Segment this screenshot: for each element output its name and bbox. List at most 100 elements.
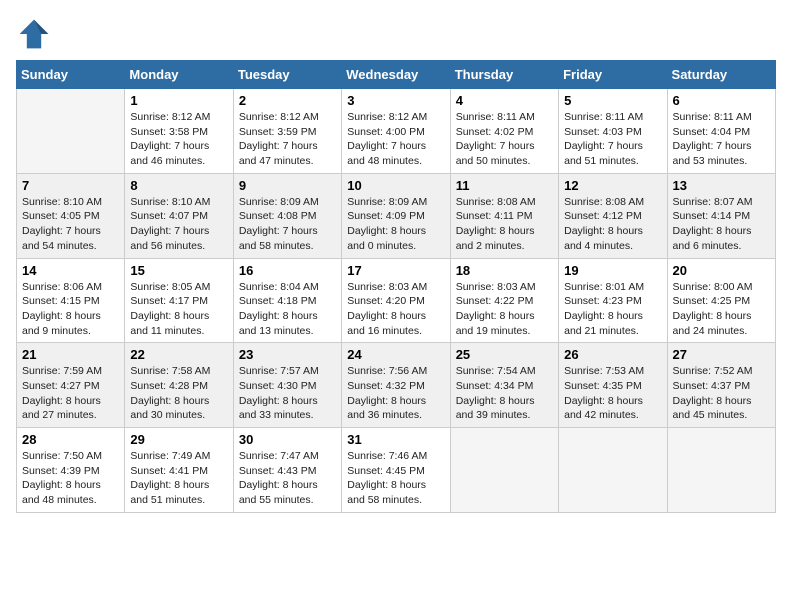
cell-details: Sunrise: 8:10 AMSunset: 4:07 PMDaylight:… <box>130 195 227 254</box>
calendar-cell: 11 Sunrise: 8:08 AMSunset: 4:11 PMDaylig… <box>450 173 558 258</box>
cell-details: Sunrise: 8:03 AMSunset: 4:20 PMDaylight:… <box>347 280 444 339</box>
cell-details: Sunrise: 7:53 AMSunset: 4:35 PMDaylight:… <box>564 364 661 423</box>
calendar-cell: 16 Sunrise: 8:04 AMSunset: 4:18 PMDaylig… <box>233 258 341 343</box>
calendar-cell: 4 Sunrise: 8:11 AMSunset: 4:02 PMDayligh… <box>450 89 558 174</box>
calendar-cell: 26 Sunrise: 7:53 AMSunset: 4:35 PMDaylig… <box>559 343 667 428</box>
cell-details: Sunrise: 8:09 AMSunset: 4:09 PMDaylight:… <box>347 195 444 254</box>
calendar-cell: 15 Sunrise: 8:05 AMSunset: 4:17 PMDaylig… <box>125 258 233 343</box>
day-number: 10 <box>347 178 444 193</box>
calendar-cell: 17 Sunrise: 8:03 AMSunset: 4:20 PMDaylig… <box>342 258 450 343</box>
calendar-cell: 29 Sunrise: 7:49 AMSunset: 4:41 PMDaylig… <box>125 428 233 513</box>
cell-details: Sunrise: 8:10 AMSunset: 4:05 PMDaylight:… <box>22 195 119 254</box>
day-number: 30 <box>239 432 336 447</box>
calendar-cell: 18 Sunrise: 8:03 AMSunset: 4:22 PMDaylig… <box>450 258 558 343</box>
calendar-cell: 3 Sunrise: 8:12 AMSunset: 4:00 PMDayligh… <box>342 89 450 174</box>
day-number: 26 <box>564 347 661 362</box>
weekday-header-thursday: Thursday <box>450 61 558 89</box>
calendar-cell: 7 Sunrise: 8:10 AMSunset: 4:05 PMDayligh… <box>17 173 125 258</box>
cell-details: Sunrise: 7:54 AMSunset: 4:34 PMDaylight:… <box>456 364 553 423</box>
calendar-week-row: 14 Sunrise: 8:06 AMSunset: 4:15 PMDaylig… <box>17 258 776 343</box>
calendar-cell: 13 Sunrise: 8:07 AMSunset: 4:14 PMDaylig… <box>667 173 775 258</box>
cell-details: Sunrise: 8:08 AMSunset: 4:11 PMDaylight:… <box>456 195 553 254</box>
day-number: 19 <box>564 263 661 278</box>
cell-details: Sunrise: 8:11 AMSunset: 4:03 PMDaylight:… <box>564 110 661 169</box>
cell-details: Sunrise: 8:11 AMSunset: 4:02 PMDaylight:… <box>456 110 553 169</box>
logo <box>16 16 56 52</box>
cell-details: Sunrise: 8:12 AMSunset: 3:58 PMDaylight:… <box>130 110 227 169</box>
weekday-header-row: SundayMondayTuesdayWednesdayThursdayFrid… <box>17 61 776 89</box>
day-number: 7 <box>22 178 119 193</box>
day-number: 15 <box>130 263 227 278</box>
day-number: 5 <box>564 93 661 108</box>
cell-details: Sunrise: 8:09 AMSunset: 4:08 PMDaylight:… <box>239 195 336 254</box>
cell-details: Sunrise: 8:12 AMSunset: 4:00 PMDaylight:… <box>347 110 444 169</box>
weekday-header-friday: Friday <box>559 61 667 89</box>
day-number: 22 <box>130 347 227 362</box>
calendar-cell <box>450 428 558 513</box>
calendar-cell: 6 Sunrise: 8:11 AMSunset: 4:04 PMDayligh… <box>667 89 775 174</box>
calendar-cell: 21 Sunrise: 7:59 AMSunset: 4:27 PMDaylig… <box>17 343 125 428</box>
calendar-cell: 30 Sunrise: 7:47 AMSunset: 4:43 PMDaylig… <box>233 428 341 513</box>
cell-details: Sunrise: 8:08 AMSunset: 4:12 PMDaylight:… <box>564 195 661 254</box>
cell-details: Sunrise: 8:07 AMSunset: 4:14 PMDaylight:… <box>673 195 770 254</box>
calendar-cell: 22 Sunrise: 7:58 AMSunset: 4:28 PMDaylig… <box>125 343 233 428</box>
calendar-cell: 14 Sunrise: 8:06 AMSunset: 4:15 PMDaylig… <box>17 258 125 343</box>
cell-details: Sunrise: 7:57 AMSunset: 4:30 PMDaylight:… <box>239 364 336 423</box>
day-number: 25 <box>456 347 553 362</box>
cell-details: Sunrise: 8:11 AMSunset: 4:04 PMDaylight:… <box>673 110 770 169</box>
calendar-week-row: 7 Sunrise: 8:10 AMSunset: 4:05 PMDayligh… <box>17 173 776 258</box>
cell-details: Sunrise: 7:59 AMSunset: 4:27 PMDaylight:… <box>22 364 119 423</box>
day-number: 21 <box>22 347 119 362</box>
calendar-cell: 19 Sunrise: 8:01 AMSunset: 4:23 PMDaylig… <box>559 258 667 343</box>
calendar-cell: 5 Sunrise: 8:11 AMSunset: 4:03 PMDayligh… <box>559 89 667 174</box>
page-header <box>16 16 776 52</box>
day-number: 16 <box>239 263 336 278</box>
calendar-cell: 28 Sunrise: 7:50 AMSunset: 4:39 PMDaylig… <box>17 428 125 513</box>
day-number: 1 <box>130 93 227 108</box>
cell-details: Sunrise: 8:00 AMSunset: 4:25 PMDaylight:… <box>673 280 770 339</box>
cell-details: Sunrise: 7:46 AMSunset: 4:45 PMDaylight:… <box>347 449 444 508</box>
cell-details: Sunrise: 7:52 AMSunset: 4:37 PMDaylight:… <box>673 364 770 423</box>
day-number: 14 <box>22 263 119 278</box>
weekday-header-wednesday: Wednesday <box>342 61 450 89</box>
day-number: 27 <box>673 347 770 362</box>
calendar-cell: 9 Sunrise: 8:09 AMSunset: 4:08 PMDayligh… <box>233 173 341 258</box>
day-number: 12 <box>564 178 661 193</box>
calendar-week-row: 1 Sunrise: 8:12 AMSunset: 3:58 PMDayligh… <box>17 89 776 174</box>
cell-details: Sunrise: 7:47 AMSunset: 4:43 PMDaylight:… <box>239 449 336 508</box>
calendar-cell: 24 Sunrise: 7:56 AMSunset: 4:32 PMDaylig… <box>342 343 450 428</box>
cell-details: Sunrise: 7:56 AMSunset: 4:32 PMDaylight:… <box>347 364 444 423</box>
calendar-cell <box>667 428 775 513</box>
logo-icon <box>16 16 52 52</box>
day-number: 4 <box>456 93 553 108</box>
cell-details: Sunrise: 7:58 AMSunset: 4:28 PMDaylight:… <box>130 364 227 423</box>
day-number: 13 <box>673 178 770 193</box>
day-number: 28 <box>22 432 119 447</box>
calendar-week-row: 28 Sunrise: 7:50 AMSunset: 4:39 PMDaylig… <box>17 428 776 513</box>
day-number: 31 <box>347 432 444 447</box>
calendar-cell: 8 Sunrise: 8:10 AMSunset: 4:07 PMDayligh… <box>125 173 233 258</box>
cell-details: Sunrise: 7:49 AMSunset: 4:41 PMDaylight:… <box>130 449 227 508</box>
cell-details: Sunrise: 7:50 AMSunset: 4:39 PMDaylight:… <box>22 449 119 508</box>
calendar-week-row: 21 Sunrise: 7:59 AMSunset: 4:27 PMDaylig… <box>17 343 776 428</box>
calendar-cell: 2 Sunrise: 8:12 AMSunset: 3:59 PMDayligh… <box>233 89 341 174</box>
calendar-cell: 27 Sunrise: 7:52 AMSunset: 4:37 PMDaylig… <box>667 343 775 428</box>
weekday-header-monday: Monday <box>125 61 233 89</box>
cell-details: Sunrise: 8:03 AMSunset: 4:22 PMDaylight:… <box>456 280 553 339</box>
weekday-header-tuesday: Tuesday <box>233 61 341 89</box>
calendar-cell <box>559 428 667 513</box>
weekday-header-sunday: Sunday <box>17 61 125 89</box>
cell-details: Sunrise: 8:12 AMSunset: 3:59 PMDaylight:… <box>239 110 336 169</box>
day-number: 23 <box>239 347 336 362</box>
day-number: 20 <box>673 263 770 278</box>
calendar-cell: 25 Sunrise: 7:54 AMSunset: 4:34 PMDaylig… <box>450 343 558 428</box>
day-number: 8 <box>130 178 227 193</box>
day-number: 3 <box>347 93 444 108</box>
calendar-cell: 31 Sunrise: 7:46 AMSunset: 4:45 PMDaylig… <box>342 428 450 513</box>
calendar-cell: 12 Sunrise: 8:08 AMSunset: 4:12 PMDaylig… <box>559 173 667 258</box>
cell-details: Sunrise: 8:06 AMSunset: 4:15 PMDaylight:… <box>22 280 119 339</box>
day-number: 2 <box>239 93 336 108</box>
calendar-cell: 10 Sunrise: 8:09 AMSunset: 4:09 PMDaylig… <box>342 173 450 258</box>
cell-details: Sunrise: 8:01 AMSunset: 4:23 PMDaylight:… <box>564 280 661 339</box>
calendar-cell: 1 Sunrise: 8:12 AMSunset: 3:58 PMDayligh… <box>125 89 233 174</box>
